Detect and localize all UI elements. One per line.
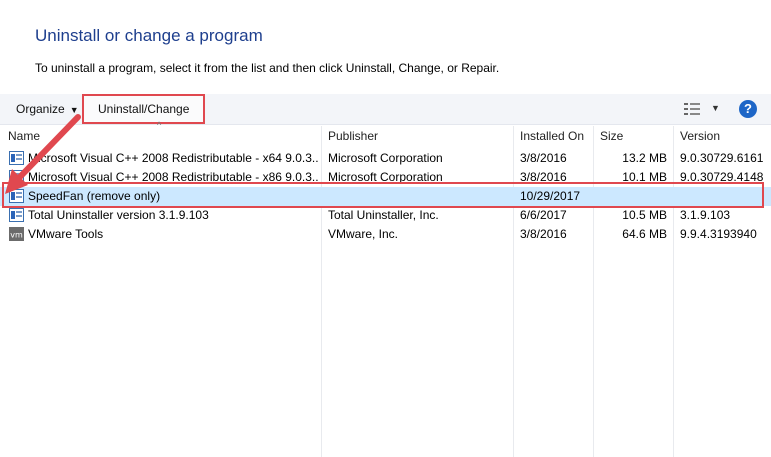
program-name: Total Uninstaller version 3.1.9.103: [28, 208, 209, 222]
help-icon[interactable]: ?: [739, 100, 757, 118]
program-installed-on: 3/8/2016: [520, 151, 567, 165]
program-publisher: [328, 187, 513, 206]
page-title: Uninstall or change a program: [35, 26, 263, 45]
column-header-size[interactable]: Size: [594, 126, 674, 146]
column-header-publisher[interactable]: Publisher: [322, 126, 512, 146]
program-version: 9.9.4.3193940: [680, 227, 757, 241]
program-publisher: Microsoft Corporation: [328, 170, 443, 184]
program-installed-on: 3/8/2016: [520, 227, 567, 241]
view-options-chevron-icon[interactable]: ▼: [711, 103, 720, 113]
program-installed-on: 6/6/2017: [520, 208, 567, 222]
column-header-installed-on[interactable]: Installed On: [514, 126, 594, 146]
program-icon: [9, 208, 24, 222]
program-name: VMware Tools: [28, 227, 104, 241]
program-publisher: Total Uninstaller, Inc.: [328, 208, 439, 222]
instructions-text: To uninstall a program, select it from t…: [35, 61, 500, 75]
program-version: 9.0.30729.6161: [680, 151, 764, 165]
program-version: 9.0.30729.4148: [680, 170, 764, 184]
view-details-icon[interactable]: [684, 103, 700, 115]
vmware-icon: vm: [9, 227, 24, 241]
program-version: 3.1.9.103: [680, 208, 731, 222]
program-publisher: VMware, Inc.: [328, 227, 399, 241]
column-header-version[interactable]: Version: [674, 126, 771, 146]
program-size: 10.5 MB: [622, 208, 667, 222]
table-row[interactable]: vm VMware Tools VMware, Inc. 3/8/2016 64…: [0, 225, 771, 244]
program-size: 10.1 MB: [622, 170, 667, 184]
table-row[interactable]: Total Uninstaller version 3.1.9.103 Tota…: [0, 206, 771, 225]
program-publisher: Microsoft Corporation: [328, 151, 443, 165]
annotation-arrow-icon: [5, 114, 81, 194]
program-installed-on: 10/29/2017: [520, 189, 581, 203]
svg-text:vm: vm: [10, 231, 23, 240]
program-size: 13.2 MB: [622, 151, 667, 165]
program-size: [597, 187, 667, 206]
program-version: [680, 187, 770, 206]
program-installed-on: 3/8/2016: [520, 170, 567, 184]
program-size: 64.6 MB: [622, 227, 667, 241]
